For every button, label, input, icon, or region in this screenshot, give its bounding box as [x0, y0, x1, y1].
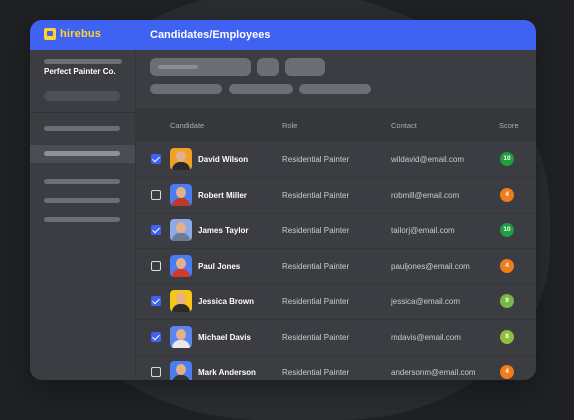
avatar-head — [176, 364, 186, 375]
score-badge: 9 — [500, 294, 514, 308]
table-row[interactable]: James Taylor Residential Painter tailorj… — [135, 212, 536, 249]
candidate-role: Residential Painter — [282, 297, 350, 306]
table-row[interactable]: Robert Miller Residential Painter robmil… — [135, 177, 536, 214]
candidate-name[interactable]: Paul Jones — [198, 262, 240, 271]
score-badge: 10 — [500, 152, 514, 166]
avatar — [170, 183, 192, 206]
table-row[interactable]: Mark Anderson Residential Painter anders… — [135, 354, 536, 380]
company-block[interactable]: Perfect Painter Co. — [30, 50, 135, 113]
avatar — [170, 219, 192, 241]
avatar — [170, 254, 192, 277]
company-name: Perfect Painter Co. — [44, 67, 116, 76]
nav-item-3[interactable] — [44, 179, 120, 184]
candidate-role: Residential Painter — [282, 226, 350, 235]
score-badge: 8 — [500, 329, 514, 344]
candidate-role: Residential Painter — [282, 368, 350, 377]
company-placeholder-pill — [44, 91, 120, 101]
hirebus-logo[interactable]: hirebus — [44, 28, 101, 40]
avatar — [170, 290, 192, 312]
header-score[interactable]: Score — [499, 121, 519, 130]
filter-chip-1[interactable] — [150, 84, 222, 94]
avatar-body — [172, 375, 190, 380]
candidate-contact[interactable]: pauljones@email.com — [391, 262, 470, 271]
table-row[interactable]: Jessica Brown Residential Painter jessic… — [135, 283, 536, 320]
sidebar: Perfect Painter Co. — [30, 50, 136, 380]
avatar-head — [176, 257, 186, 269]
candidate-name[interactable]: Mark Anderson — [198, 368, 256, 377]
app-window: hirebus Candidates/Employees Perfect Pai… — [30, 20, 536, 380]
search-placeholder — [158, 65, 198, 69]
avatar-body — [172, 197, 190, 206]
filter-button-1[interactable] — [257, 58, 279, 76]
nav-item-2[interactable] — [44, 151, 120, 156]
candidate-contact[interactable]: tailorj@email.com — [391, 226, 455, 235]
table-header: Candidate Role Contact Score — [135, 108, 536, 141]
header-contact[interactable]: Contact — [391, 121, 417, 130]
top-bar: hirebus Candidates/Employees — [30, 20, 536, 50]
score-badge: 4 — [500, 187, 514, 202]
avatar-head — [176, 293, 186, 304]
filter-chip-3[interactable] — [299, 84, 371, 94]
page-title: Candidates/Employees — [150, 29, 271, 41]
score-badge: 10 — [500, 223, 514, 237]
main-content: Candidate Role Contact Score David Wilso… — [135, 50, 536, 380]
row-checkbox[interactable] — [151, 296, 161, 306]
avatar-head — [176, 222, 186, 233]
row-checkbox[interactable] — [151, 189, 161, 200]
search-filter[interactable] — [150, 58, 251, 76]
row-checkbox[interactable] — [151, 225, 161, 235]
avatar — [170, 361, 192, 380]
candidate-name[interactable]: Michael Davis — [198, 333, 251, 342]
candidate-role: Residential Painter — [282, 332, 350, 342]
candidate-role: Residential Painter — [282, 155, 350, 164]
avatar-body — [172, 162, 190, 170]
nav-item-5[interactable] — [44, 217, 120, 222]
avatar-body — [172, 268, 190, 277]
row-checkbox[interactable] — [151, 154, 161, 164]
candidate-role: Residential Painter — [282, 190, 350, 200]
row-checkbox[interactable] — [151, 260, 161, 271]
table-row[interactable]: Michael Davis Residential Painter mdavis… — [135, 319, 536, 356]
avatar-head — [176, 186, 186, 198]
avatar — [170, 325, 192, 348]
avatar-head — [176, 328, 186, 340]
nav-item-4[interactable] — [44, 198, 120, 203]
avatar-body — [172, 233, 190, 241]
avatar — [170, 148, 192, 170]
candidate-name[interactable]: Robert Miller — [198, 191, 247, 200]
table-row[interactable]: Paul Jones Residential Painter pauljones… — [135, 248, 536, 285]
candidate-contact[interactable]: jessica@email.com — [391, 297, 460, 306]
table-row[interactable]: David Wilson Residential Painter wildavi… — [135, 141, 536, 178]
candidate-contact[interactable]: robmill@email.com — [391, 191, 459, 200]
logo-text: hirebus — [60, 28, 102, 40]
avatar-body — [172, 304, 190, 312]
score-badge: 4 — [500, 365, 514, 379]
company-placeholder-bar — [44, 59, 122, 64]
filter-button-2[interactable] — [285, 58, 325, 76]
candidate-contact[interactable]: wildavid@email.com — [391, 155, 464, 164]
candidate-contact[interactable]: andersonm@email.com — [391, 368, 476, 377]
row-checkbox[interactable] — [151, 367, 161, 377]
header-candidate[interactable]: Candidate — [170, 121, 204, 130]
candidate-name[interactable]: Jessica Brown — [198, 297, 254, 306]
filter-chip-2[interactable] — [229, 84, 293, 94]
score-badge: 4 — [500, 258, 514, 273]
avatar-body — [172, 339, 190, 348]
avatar-head — [176, 151, 186, 162]
candidate-contact[interactable]: mdavis@email.com — [391, 333, 461, 342]
candidate-role: Residential Painter — [282, 261, 350, 271]
candidate-name[interactable]: James Taylor — [198, 226, 249, 235]
header-role[interactable]: Role — [282, 121, 297, 130]
logo-icon — [44, 28, 56, 40]
nav-item-1[interactable] — [44, 126, 120, 131]
row-checkbox[interactable] — [151, 331, 161, 342]
candidate-name[interactable]: David Wilson — [198, 155, 248, 164]
